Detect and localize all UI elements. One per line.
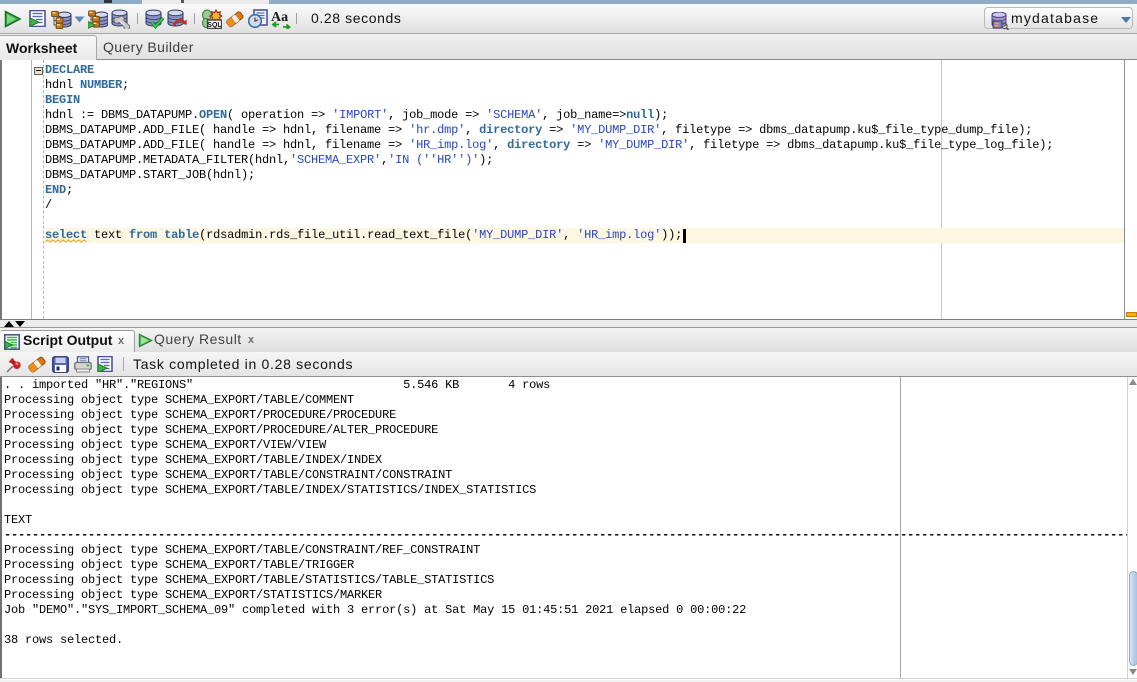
svg-text:Aa: Aa <box>271 10 288 25</box>
svg-text:SQL: SQL <box>207 22 222 29</box>
